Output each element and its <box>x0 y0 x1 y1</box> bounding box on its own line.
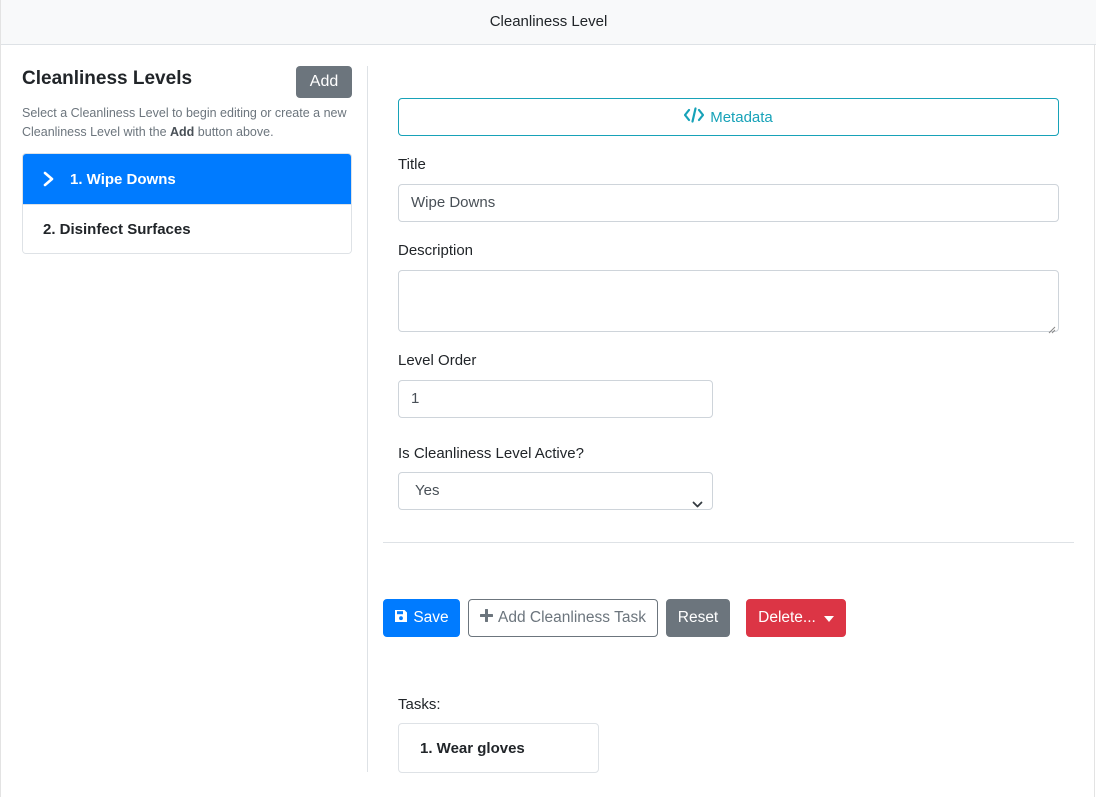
add-task-button-label: Add Cleanliness Task <box>498 609 646 626</box>
code-icon <box>684 107 705 127</box>
delete-button-label: Delete... <box>758 609 816 626</box>
help-text-after: button above. <box>194 125 274 139</box>
caret-down-icon <box>823 609 834 627</box>
level-order-label: Level Order <box>398 352 477 369</box>
level-item-disinfect-surfaces[interactable]: 2. Disinfect Surfaces <box>23 204 351 253</box>
task-item-wear-gloves[interactable]: 1. Wear gloves <box>398 723 599 773</box>
chevron-down-icon <box>692 487 703 523</box>
title-label: Title <box>398 156 426 173</box>
chevron-right-icon <box>43 171 57 187</box>
level-item-wipe-downs[interactable]: 1. Wipe Downs <box>23 154 351 204</box>
add-level-button[interactable]: Add <box>296 66 352 98</box>
delete-dropdown-button[interactable]: Delete... <box>746 599 846 637</box>
level-order-input[interactable]: 1 <box>398 380 713 418</box>
page-title: Cleanliness Level <box>489 13 608 30</box>
help-text-bold: Add <box>170 125 195 139</box>
sidebar-title: Cleanliness Levels <box>22 68 193 89</box>
metadata-button-label: Metadata <box>710 108 773 126</box>
reset-button[interactable]: Reset <box>666 599 730 637</box>
active-select[interactable]: Yes <box>398 472 713 510</box>
add-cleanliness-task-button[interactable]: Add Cleanliness Task <box>468 599 658 637</box>
description-label: Description <box>398 242 474 259</box>
plus-icon <box>479 608 494 627</box>
sidebar-help-text: Select a Cleanliness Level to begin edit… <box>22 104 357 142</box>
task-item-label: 1. Wear gloves <box>420 739 525 757</box>
level-list: 1. Wipe Downs 2. Disinfect Surfaces <box>22 153 352 254</box>
save-button[interactable]: Save <box>383 599 460 637</box>
metadata-button[interactable]: Metadata <box>398 98 1059 136</box>
description-textarea[interactable] <box>398 270 1059 334</box>
level-item-label: 2. Disinfect Surfaces <box>43 220 191 238</box>
horizontal-divider <box>383 542 1074 543</box>
resize-grip-icon[interactable] <box>1048 321 1056 334</box>
active-label: Is Cleanliness Level Active? <box>398 445 584 462</box>
app-frame: Cleanliness Level Cleanliness Levels Add… <box>0 0 1096 797</box>
page-header: Cleanliness Level <box>1 0 1096 45</box>
title-input[interactable]: Wipe Downs <box>398 184 1059 222</box>
vertical-divider <box>367 66 368 772</box>
tasks-label: Tasks: <box>398 696 441 713</box>
save-button-label: Save <box>413 609 449 626</box>
active-select-value: Yes <box>415 482 440 499</box>
level-item-label: 1. Wipe Downs <box>70 170 176 188</box>
floppy-disk-icon <box>394 609 408 628</box>
